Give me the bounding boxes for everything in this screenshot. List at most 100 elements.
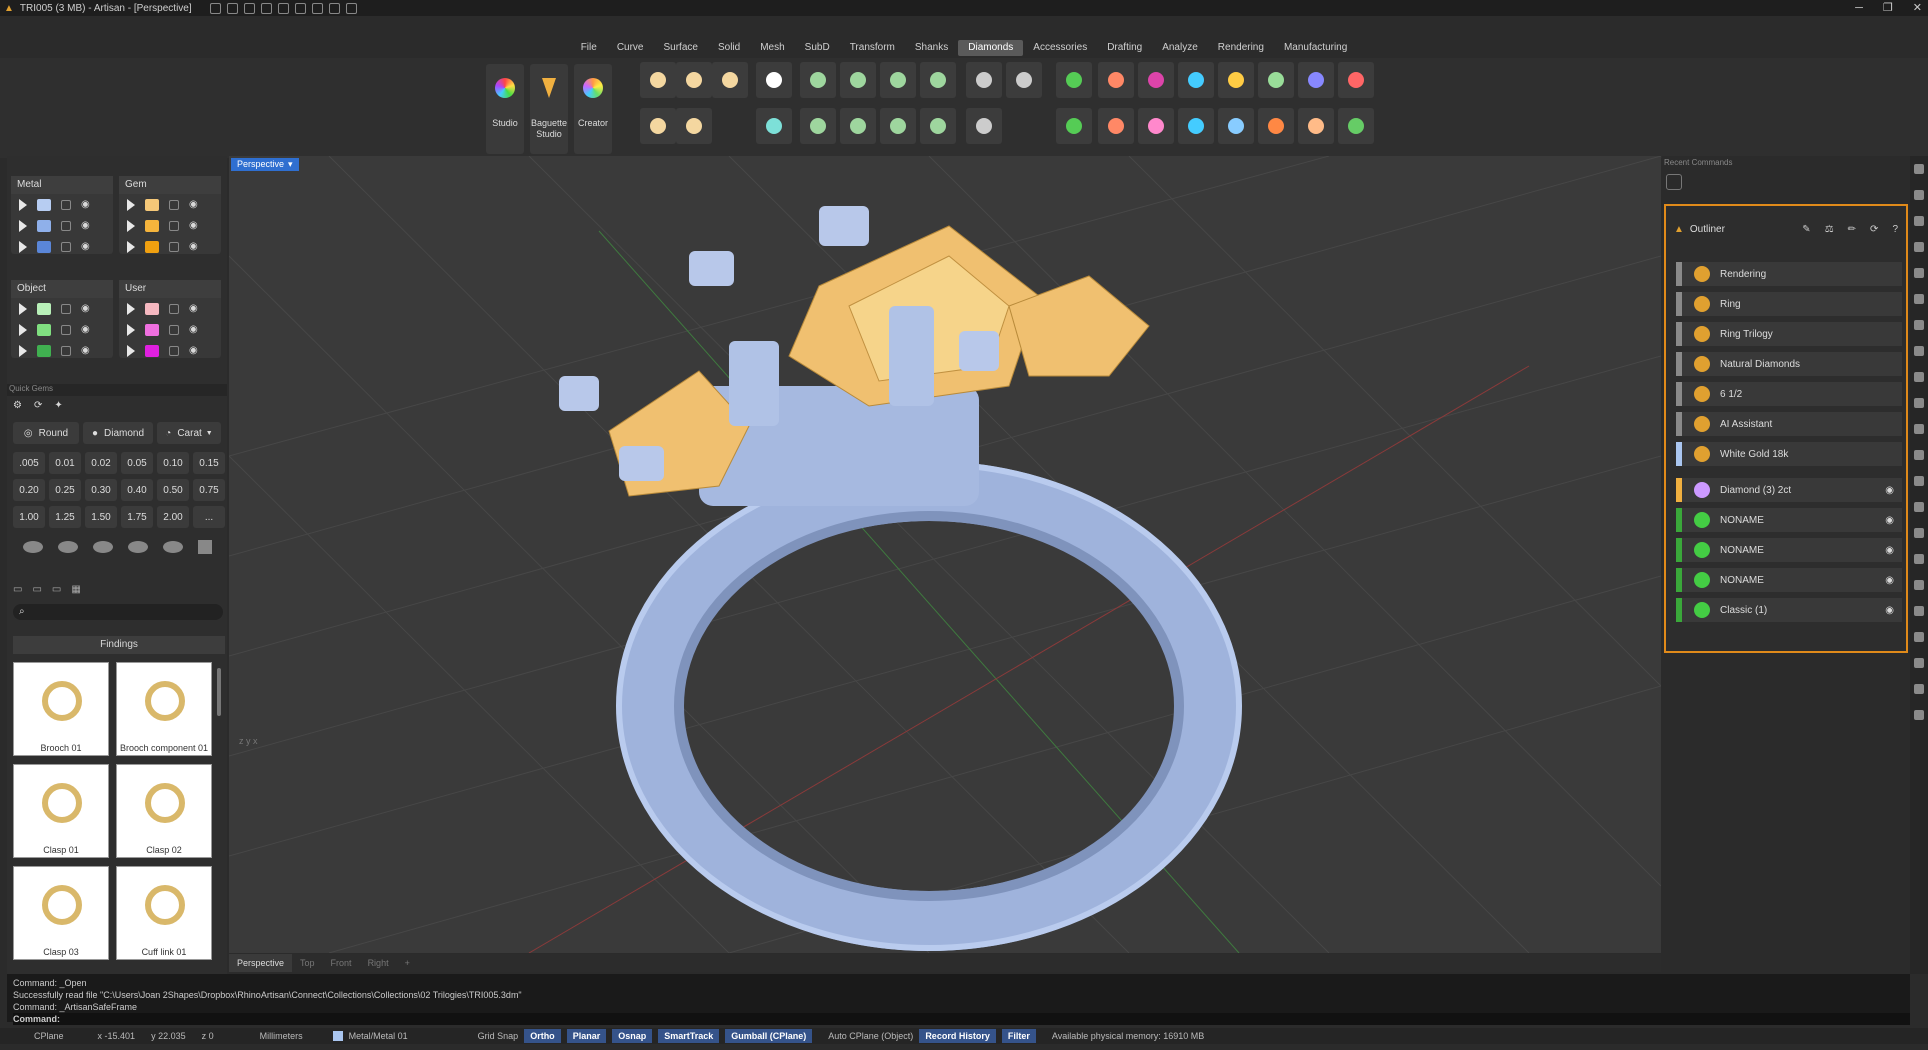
eye-icon[interactable]: ◉ (189, 345, 198, 356)
tab-accessories[interactable]: Accessories (1023, 40, 1097, 56)
gumball-toggle[interactable]: Gumball (CPlane) (725, 1029, 813, 1043)
smarttrack-toggle[interactable]: SmartTrack (658, 1029, 720, 1043)
ribbon-tool-button[interactable] (712, 62, 748, 98)
layer-color[interactable] (145, 344, 159, 357)
layer-row[interactable]: ◉ (119, 298, 221, 319)
ribbon-tool-button[interactable] (640, 62, 676, 98)
lock-icon[interactable] (169, 345, 179, 356)
ribbon-tool-button[interactable] (800, 108, 836, 144)
carat-size-button[interactable]: 0.20 (13, 479, 45, 501)
record-history-toggle[interactable]: Record History (919, 1029, 996, 1043)
ribbon-tool-button[interactable] (1298, 62, 1334, 98)
viewport-title-tab[interactable]: Perspective ▾ (231, 158, 299, 171)
play-icon[interactable] (19, 240, 27, 253)
side-tool-icon[interactable] (1914, 320, 1924, 330)
play-icon[interactable] (127, 198, 135, 211)
side-tool-icon[interactable] (1914, 476, 1924, 486)
gem-shape-icon[interactable] (163, 541, 183, 553)
outliner-item[interactable]: NONAME ◉ (1676, 538, 1902, 562)
play-icon[interactable] (19, 198, 27, 211)
grid-icon[interactable]: ▦ (71, 584, 80, 600)
viewport-tab[interactable]: Right (360, 958, 397, 968)
layer-color[interactable] (145, 219, 159, 232)
side-tool-icon[interactable] (1914, 606, 1924, 616)
carat-size-button[interactable]: 0.10 (157, 452, 189, 474)
carat-size-button[interactable]: 0.01 (49, 452, 81, 474)
tab-drafting[interactable]: Drafting (1097, 40, 1152, 56)
layer-color[interactable] (37, 240, 51, 253)
carat-size-button[interactable]: 1.25 (49, 506, 81, 528)
outliner-item[interactable]: AI Assistant (1676, 412, 1902, 436)
side-tool-icon[interactable] (1914, 398, 1924, 408)
tab-analyze[interactable]: Analyze (1152, 40, 1208, 56)
restore-button[interactable]: ❐ (1883, 0, 1893, 16)
ribbon-tool-button[interactable] (756, 108, 792, 144)
outliner-item[interactable]: 6 1/2 (1676, 382, 1902, 406)
eye-icon[interactable]: ◉ (1885, 575, 1894, 586)
gem-shape-icon[interactable] (198, 540, 212, 554)
carat-dropdown[interactable]: ◔ Carat ▼ (157, 422, 221, 444)
eye-icon[interactable]: ◉ (189, 199, 198, 210)
save-as-icon[interactable] (328, 2, 340, 14)
ribbon-tool-button[interactable] (966, 62, 1002, 98)
tab-mesh[interactable]: Mesh (750, 40, 794, 56)
side-tool-icon[interactable] (1914, 528, 1924, 538)
catalog-item[interactable]: Brooch component 01 (116, 662, 212, 756)
layer-color[interactable] (37, 219, 51, 232)
carat-size-button[interactable]: 0.15 (193, 452, 225, 474)
ribbon-tool-button[interactable] (676, 62, 712, 98)
refresh-icon[interactable]: ⟳ (1870, 224, 1878, 235)
tab-manufacturing[interactable]: Manufacturing (1274, 40, 1357, 56)
ribbon-tool-button[interactable] (1056, 108, 1092, 144)
ribbon-tool-button[interactable] (920, 62, 956, 98)
folder-open-icon[interactable]: ▭ (32, 584, 41, 600)
ribbon-tool-button[interactable] (880, 62, 916, 98)
carat-size-button[interactable]: .005 (13, 452, 45, 474)
export-icon[interactable] (345, 2, 357, 14)
ribbon-tool-button[interactable] (756, 62, 792, 98)
carat-size-button[interactable]: 1.75 (121, 506, 153, 528)
recent-command-icon[interactable] (1666, 174, 1682, 190)
side-tool-icon[interactable] (1914, 424, 1924, 434)
studio-button[interactable]: Studio (486, 64, 524, 154)
eyedropper-icon[interactable]: ✎ (1802, 224, 1810, 235)
layer-color[interactable] (37, 323, 51, 336)
viewport-tab[interactable]: + (397, 958, 418, 968)
layer-color[interactable] (37, 198, 51, 211)
gem-shape-icon[interactable] (128, 541, 148, 553)
new-icon[interactable] (209, 2, 221, 14)
layer-row[interactable]: ◉ (11, 215, 113, 236)
viewport-tab[interactable]: Perspective (229, 954, 293, 972)
viewport-tab[interactable]: Front (323, 958, 360, 968)
ring-model[interactable] (559, 206, 1242, 951)
units-label[interactable]: Millimeters (260, 1031, 303, 1041)
play-icon[interactable] (19, 219, 27, 232)
ribbon-tool-button[interactable] (966, 108, 1002, 144)
lock-icon[interactable] (61, 345, 71, 356)
ribbon-tool-button[interactable] (840, 108, 876, 144)
side-tool-icon[interactable] (1914, 684, 1924, 694)
ribbon-tool-button[interactable] (920, 108, 956, 144)
side-tool-icon[interactable] (1914, 164, 1924, 174)
tab-surface[interactable]: Surface (654, 40, 708, 56)
ribbon-tool-button[interactable] (1218, 62, 1254, 98)
layer-row[interactable]: ◉ (119, 236, 221, 257)
wand-icon[interactable]: ✦ (54, 400, 62, 414)
folder-icon[interactable]: ▭ (13, 584, 22, 600)
ribbon-tool-button[interactable] (1338, 108, 1374, 144)
ribbon-tool-button[interactable] (1178, 108, 1214, 144)
layer-row[interactable]: ◉ (119, 319, 221, 340)
eye-icon[interactable]: ◉ (189, 324, 198, 335)
scale-icon[interactable]: ⚖ (1825, 224, 1834, 235)
play-icon[interactable] (127, 240, 135, 253)
play-icon[interactable] (19, 344, 27, 357)
layer-row[interactable]: ◉ (11, 194, 113, 215)
tab-curve[interactable]: Curve (607, 40, 654, 56)
carat-size-button[interactable]: 1.00 (13, 506, 45, 528)
lock-icon[interactable] (169, 199, 179, 210)
layer-color[interactable] (145, 323, 159, 336)
redo-icon[interactable] (294, 2, 306, 14)
carat-size-button[interactable]: 2.00 (157, 506, 189, 528)
ribbon-tool-button[interactable] (1258, 108, 1294, 144)
layer-row[interactable]: ◉ (11, 298, 113, 319)
